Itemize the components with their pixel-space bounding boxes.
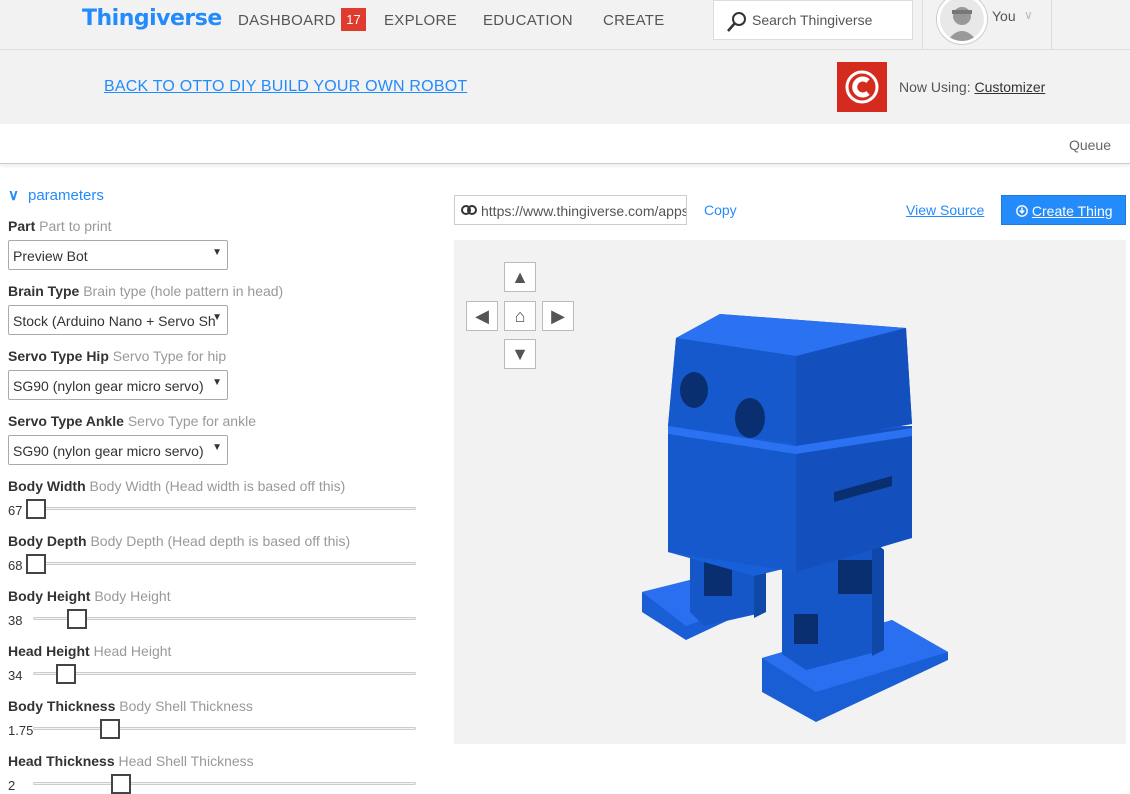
search-icon (727, 12, 746, 32)
slider-value: 67 (8, 503, 23, 518)
user-menu-label[interactable]: You (992, 8, 1016, 24)
dropdown-arrow-icon: ▼ (212, 442, 222, 453)
share-url-field[interactable]: https://www.thingiverse.com/apps/customi… (454, 195, 687, 225)
slider-thumb[interactable] (55, 664, 76, 684)
param-hint: Body Width (Head width is based off this… (89, 478, 346, 494)
queue-link[interactable]: Queue (1069, 137, 1111, 153)
customizer-icon (845, 70, 879, 104)
slider-track[interactable] (33, 672, 416, 675)
nav-education[interactable]: EDUCATION (483, 12, 573, 29)
create-thing-label: Create Thing (1031, 203, 1113, 219)
nav-divider (1051, 0, 1052, 50)
app-header: BACK TO OTTO DIY BUILD YOUR OWN ROBOT No… (0, 50, 1130, 124)
chevron-down-icon[interactable]: ∨ (1024, 8, 1033, 22)
param-hint: Part to print (39, 218, 112, 234)
download-circle-icon (1016, 205, 1028, 217)
param-label: Head Thickness (8, 753, 115, 769)
queue-bar: Queue (0, 124, 1130, 164)
view-source-link[interactable]: View Source (906, 202, 984, 218)
slider-track[interactable] (33, 507, 416, 510)
parameters-toggle[interactable]: ∨ parameters (8, 186, 104, 204)
param-hint: Body Depth (Head depth is based off this… (90, 533, 351, 549)
parameters-heading: parameters (28, 187, 104, 204)
share-url: https://www.thingiverse.com/apps/customi… (481, 203, 686, 219)
slider-thumb[interactable] (100, 719, 120, 739)
param-label: Head Height (8, 643, 90, 659)
nav-divider (922, 0, 923, 50)
slider-thumb[interactable] (26, 554, 46, 574)
param-hint: Servo Type for hip (112, 348, 227, 364)
param-hint: Body Height (94, 588, 171, 604)
servo-ankle-select[interactable]: SG90 (nylon gear micro servo) ▼ (8, 435, 228, 465)
nav-create[interactable]: CREATE (603, 12, 665, 29)
slider-value: 34 (8, 668, 23, 683)
model-viewport[interactable]: ▲ ◀ ⌂ ▶ ▼ (454, 240, 1126, 744)
param-hint: Body Shell Thickness (119, 698, 253, 714)
avatar[interactable] (937, 0, 987, 44)
param-label: Brain Type (8, 283, 80, 299)
slider-track[interactable] (33, 617, 416, 620)
search-input[interactable] (752, 10, 907, 30)
dashboard-badge: 17 (341, 8, 366, 31)
search-box (713, 0, 913, 40)
param-label: Body Width (8, 478, 86, 494)
nav-explore[interactable]: EXPLORE (384, 12, 457, 29)
now-using: Now Using: Customizer (899, 79, 1045, 95)
dropdown-arrow-icon: ▼ (212, 247, 222, 258)
param-label: Body Height (8, 588, 91, 604)
brain-type-select[interactable]: Stock (Arduino Nano + Servo Sh ▼ (8, 305, 228, 335)
robot-model (642, 314, 948, 722)
now-using-label: Now Using: (899, 79, 971, 95)
user-icon (947, 7, 977, 41)
create-thing-button[interactable]: Create Thing (1001, 195, 1126, 225)
param-hint: Head Shell Thickness (118, 753, 254, 769)
param-label: Body Thickness (8, 698, 116, 714)
slider-value: 2 (8, 778, 16, 793)
select-value: Preview Bot (13, 248, 88, 264)
dropdown-arrow-icon: ▼ (212, 312, 222, 323)
select-value: Stock (Arduino Nano + Servo Sh (13, 313, 216, 329)
slider-thumb[interactable] (26, 499, 46, 519)
dropdown-arrow-icon: ▼ (212, 377, 222, 388)
customizer-link[interactable]: Customizer (974, 79, 1045, 95)
slider-track[interactable] (33, 782, 416, 785)
servo-hip-select[interactable]: SG90 (nylon gear micro servo) ▼ (8, 370, 228, 400)
nav-dashboard[interactable]: DASHBOARD (238, 12, 336, 29)
param-label: Servo Type Hip (8, 348, 109, 364)
param-hint: Brain type (hole pattern in head) (83, 283, 284, 299)
param-hint: Head Height (93, 643, 172, 659)
slider-value: 1.75 (8, 723, 34, 738)
link-icon (461, 205, 477, 215)
param-hint: Servo Type for ankle (127, 413, 256, 429)
part-select[interactable]: Preview Bot ▼ (8, 240, 228, 270)
select-value: SG90 (nylon gear micro servo) (13, 443, 204, 459)
param-label: Body Depth (8, 533, 87, 549)
param-label: Part (8, 218, 36, 234)
customizer-logo (837, 62, 887, 112)
slider-thumb[interactable] (66, 609, 87, 629)
copy-button[interactable]: Copy (704, 202, 737, 218)
slider-value: 38 (8, 613, 23, 628)
chevron-down-icon: ∨ (8, 187, 19, 204)
slider-thumb[interactable] (111, 774, 132, 794)
slider-track[interactable] (33, 727, 416, 730)
slider-value: 68 (8, 558, 23, 573)
back-link[interactable]: BACK TO OTTO DIY BUILD YOUR OWN ROBOT (104, 78, 467, 96)
select-value: SG90 (nylon gear micro servo) (13, 378, 204, 394)
param-label: Servo Type Ankle (8, 413, 124, 429)
top-nav: Thingiverse DASHBOARD 17 EXPLORE EDUCATI… (0, 0, 1130, 50)
thingiverse-logo[interactable]: Thingiverse (82, 6, 222, 31)
slider-track[interactable] (33, 562, 416, 565)
